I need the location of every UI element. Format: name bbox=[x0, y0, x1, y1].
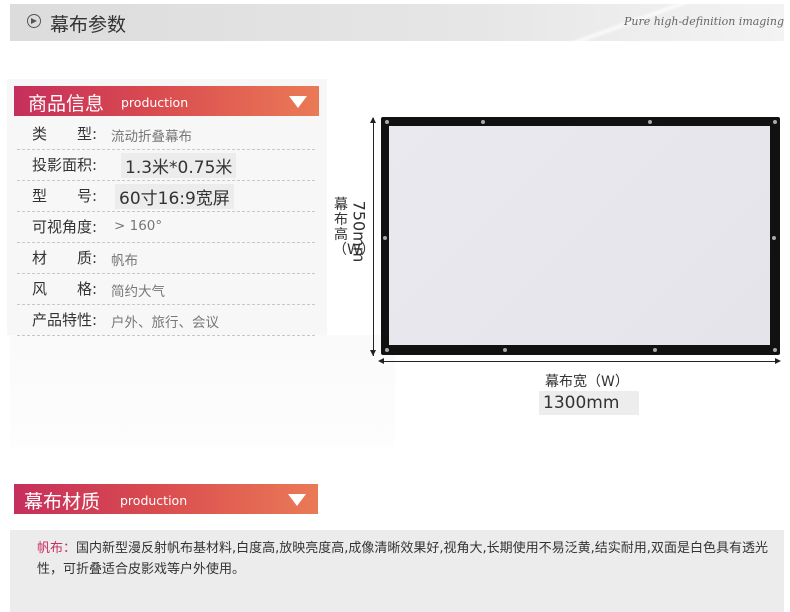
grommet-icon bbox=[773, 120, 777, 124]
spec-value: > 160° bbox=[114, 218, 163, 234]
spec-row-features: 产品特性: 户外、旅行、会议 bbox=[17, 304, 315, 336]
grommet-icon bbox=[385, 120, 389, 124]
grommet-icon bbox=[503, 348, 507, 352]
triangle-down-icon bbox=[289, 96, 307, 108]
grommet-icon bbox=[383, 236, 387, 240]
section-subtitle: production bbox=[121, 95, 189, 110]
spec-row-model: 型 号: 60寸16:9宽屏 bbox=[17, 180, 315, 212]
grommet-icon bbox=[772, 236, 776, 240]
material-desc-lead: 帆布： bbox=[37, 541, 77, 556]
arrow-left-icon bbox=[378, 358, 384, 364]
height-value: 750mm bbox=[349, 200, 369, 263]
spec-row-viewing-angle: 可视角度: > 160° bbox=[17, 211, 315, 243]
header-slogan: Pure high-definition imaging bbox=[623, 15, 784, 28]
screen-surface bbox=[389, 126, 770, 345]
width-label: 幕布宽（W） bbox=[545, 374, 629, 390]
material-description-box: 帆布：国内新型漫反射帆布基材料,白度高,放映亮度高,成像清晰效果好,视角大,长期… bbox=[10, 530, 784, 612]
page-header: 幕布参数 Pure high-definition imaging bbox=[10, 4, 784, 41]
spec-row-area: 投影面积: 1.3米*0.75米 bbox=[17, 149, 315, 181]
arrow-down-icon bbox=[370, 350, 376, 356]
spec-value: 1.3米*0.75米 bbox=[121, 153, 237, 178]
section-title: 商品信息 bbox=[28, 93, 105, 115]
section-subtitle: production bbox=[120, 493, 188, 508]
spec-value: 流动折叠幕布 bbox=[111, 129, 192, 145]
grommet-icon bbox=[648, 120, 652, 124]
arrow-right-icon bbox=[775, 358, 781, 364]
spec-label: 投影面积: bbox=[32, 156, 98, 174]
arrow-right-circle-icon bbox=[27, 14, 41, 28]
height-value-box: 750mm bbox=[349, 194, 369, 270]
spec-value: 帆布 bbox=[111, 253, 138, 269]
material-header: 幕布材质 production bbox=[14, 484, 318, 514]
material-description: 帆布：国内新型漫反射帆布基材料,白度高,放映亮度高,成像清晰效果好,视角大,长期… bbox=[37, 538, 779, 580]
spec-label: 可视角度: bbox=[32, 218, 98, 236]
spec-value: 简约大气 bbox=[111, 284, 165, 300]
arrow-up-icon bbox=[370, 117, 376, 123]
spec-value: 户外、旅行、会议 bbox=[111, 315, 219, 331]
section-title: 幕布材质 bbox=[24, 491, 101, 513]
height-dimension-line bbox=[373, 118, 374, 356]
width-value: 1300mm bbox=[539, 391, 639, 415]
spec-label: 类 型: bbox=[32, 125, 98, 143]
spec-label: 型 号: bbox=[32, 187, 98, 205]
spec-row-type: 类 型: 流动折叠幕布 bbox=[17, 118, 315, 150]
spec-value: 60寸16:9宽屏 bbox=[115, 184, 234, 209]
spec-label: 材 质: bbox=[32, 249, 98, 267]
spec-row-material: 材 质: 帆布 bbox=[17, 242, 315, 274]
grommet-icon bbox=[653, 348, 657, 352]
product-info-header: 商品信息 production bbox=[14, 86, 319, 116]
triangle-down-icon bbox=[288, 494, 306, 506]
grommet-icon bbox=[481, 120, 485, 124]
spec-label: 风 格: bbox=[32, 280, 98, 298]
spec-label: 产品特性: bbox=[32, 311, 98, 329]
width-dimension-line bbox=[380, 361, 779, 362]
page-title: 幕布参数 bbox=[50, 14, 127, 36]
panel-background bbox=[10, 335, 395, 447]
material-desc-body: 国内新型漫反射帆布基材料,白度高,放映亮度高,成像清晰效果好,视角大,长期使用不… bbox=[37, 541, 768, 577]
spec-row-style: 风 格: 简约大气 bbox=[17, 273, 315, 305]
grommet-icon bbox=[773, 348, 777, 352]
grommet-icon bbox=[385, 348, 389, 352]
height-label: 幕布高（W） bbox=[333, 197, 375, 258]
